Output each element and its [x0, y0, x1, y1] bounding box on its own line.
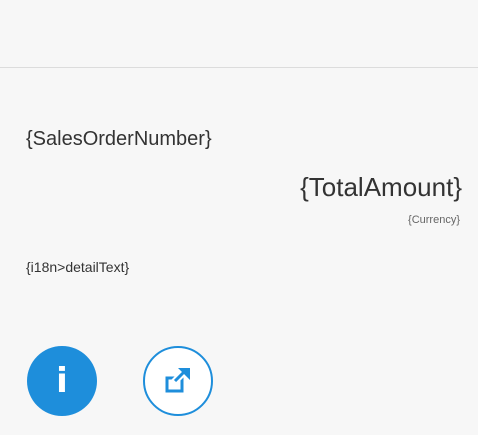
share-icon [165, 368, 190, 393]
app-root: {SalesOrderNumber} {TotalAmount} {Curren… [0, 0, 478, 435]
sales-order-number: {SalesOrderNumber} [26, 128, 212, 150]
header-bar [0, 0, 478, 68]
object-header: {SalesOrderNumber} {TotalAmount} {Curren… [0, 68, 478, 435]
currency-unit: {Currency} [408, 214, 460, 226]
total-amount: {TotalAmount} [300, 172, 462, 202]
info-icon: i [56, 361, 68, 401]
info-button[interactable]: i [27, 346, 97, 416]
detail-text: {i18n>detailText} [26, 259, 130, 275]
share-button[interactable] [143, 346, 213, 416]
